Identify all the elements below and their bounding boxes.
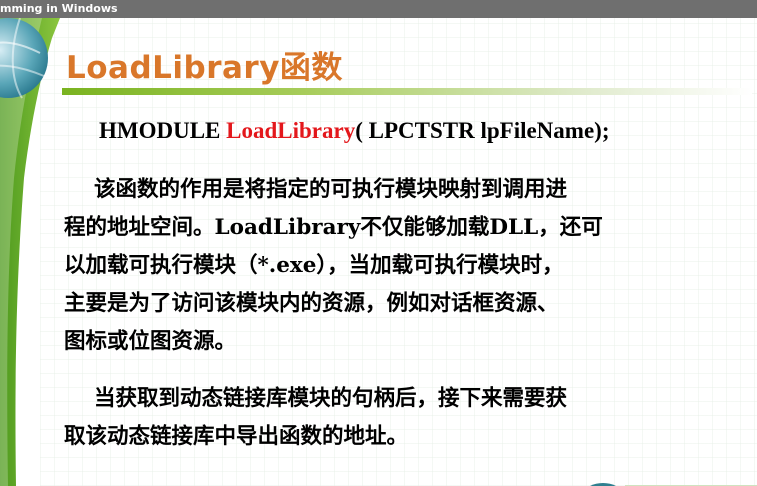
paragraph-line: 以加载可执行模块（*.exe），当加载可执行模块时， [64,253,564,278]
globe-decoration [0,18,60,486]
slide-title-text: LoadLibrary函数 [66,50,343,86]
logo-icon [590,483,757,486]
globe-swoosh-icon [0,18,60,486]
description-paragraph-2: 当获取到动态链接库模块的句柄后，接下来需要获 取该动态链接库中导出函数的地址。 [64,380,567,456]
paragraph-line: 取该动态链接库中导出函数的地址。 [64,424,409,449]
signature-function-name: LoadLibrary [226,118,356,143]
title-underline [62,88,752,95]
signature-return-type: HMODULE [99,118,221,143]
function-signature: HMODULE LoadLibrary( LPCTSTR lpFileName)… [99,118,609,144]
description-paragraph-1: 该函数的作用是将指定的可执行模块映射到调用进 程的地址空间。LoadLibrar… [64,171,603,361]
paragraph-line: 该函数的作用是将指定的可执行模块映射到调用进 [64,177,567,202]
paragraph-line: 主要是为了访问该模块内的资源，例如对话框资源、 [64,291,559,316]
paragraph-line: 程的地址空间。LoadLibrary不仅能够加载DLL，还可 [64,215,603,240]
slide-title: LoadLibrary函数 [66,42,343,87]
header-title: mming in Windows [0,2,118,15]
paragraph-line: 图标或位图资源。 [64,329,237,354]
footer-logo [585,476,757,486]
signature-params: ( LPCTSTR lpFileName); [355,118,610,143]
header-bar: mming in Windows [0,0,757,18]
paragraph-line: 当获取到动态链接库模块的句柄后，接下来需要获 [64,386,567,411]
